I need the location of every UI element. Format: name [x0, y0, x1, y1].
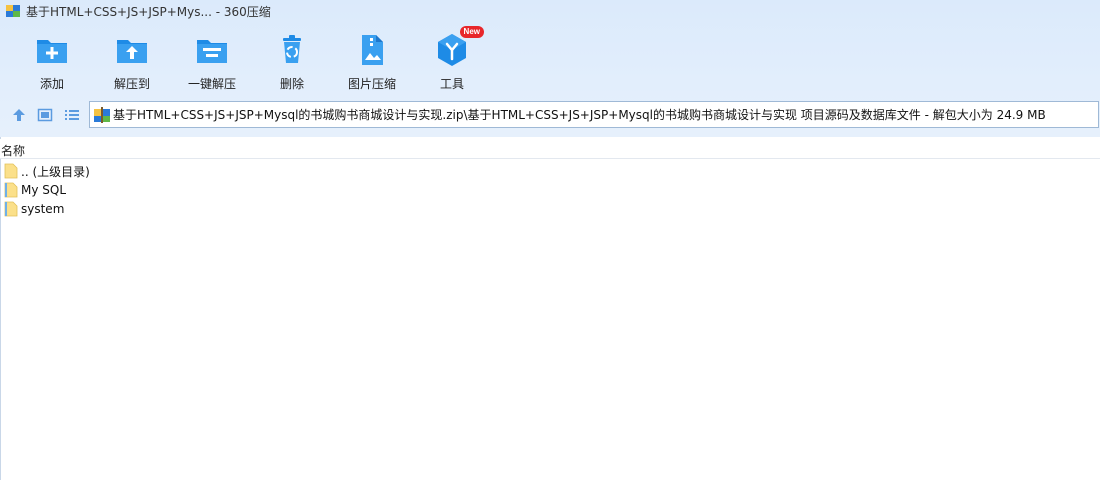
image-compress-icon	[362, 35, 383, 65]
one-click-extract-icon	[197, 40, 227, 63]
window-title: 基于HTML+CSS+JS+JSP+Mys... - 360压缩	[26, 4, 271, 19]
list-item-name: .. (上级目录)	[21, 164, 90, 179]
up-level-icon[interactable]	[11, 107, 27, 123]
add-label: 添加	[39, 77, 64, 91]
list-view-icon[interactable]	[64, 107, 80, 123]
one-click-extract-label: 一键解压	[187, 77, 236, 91]
add-folder-icon	[37, 40, 67, 63]
list-item-mysql[interactable]: My SQL	[4, 181, 66, 199]
app-logo-icon	[6, 5, 20, 17]
new-badge: New	[459, 26, 484, 38]
toolbar: 添加 解压到 一键解压 删除 图片压缩 New 工具	[0, 26, 1100, 94]
archive-folder-icon	[4, 201, 18, 217]
tools-label: 工具	[439, 77, 464, 91]
list-item-parent-dir[interactable]: .. (上级目录)	[4, 162, 90, 180]
list-item-name: system	[21, 202, 65, 216]
add-button[interactable]: 添加	[12, 28, 92, 94]
image-compress-button[interactable]: 图片压缩	[332, 28, 412, 94]
zip-archive-icon	[94, 106, 110, 123]
title-bar: 基于HTML+CSS+JS+JSP+Mys... - 360压缩	[0, 0, 1100, 22]
column-name-header[interactable]: 名称	[1, 142, 25, 159]
address-row: 基于HTML+CSS+JS+JSP+Mysql的书城购书商城设计与实现.zip\…	[0, 100, 1100, 130]
tools-button[interactable]: New 工具	[412, 26, 492, 94]
delete-button[interactable]: 删除	[252, 28, 332, 94]
tools-icon-wrap: New	[434, 26, 484, 68]
folder-icon	[4, 163, 18, 179]
column-header: 名称	[0, 139, 1100, 159]
delete-label: 删除	[279, 77, 304, 91]
extract-to-icon	[117, 40, 147, 63]
address-path: 基于HTML+CSS+JS+JSP+Mysql的书城购书商城设计与实现.zip\…	[113, 108, 1046, 122]
extract-to-button[interactable]: 解压到	[92, 28, 172, 94]
recycle-bin-icon	[283, 35, 301, 63]
archive-folder-icon	[4, 182, 18, 198]
list-item-name: My SQL	[21, 183, 67, 197]
left-border	[0, 137, 1, 480]
thumbnail-view-icon[interactable]	[37, 107, 53, 123]
address-bar[interactable]: 基于HTML+CSS+JS+JSP+Mysql的书城购书商城设计与实现.zip\…	[89, 101, 1099, 128]
image-compress-label: 图片压缩	[347, 77, 396, 91]
one-click-extract-button[interactable]: 一键解压	[172, 28, 252, 94]
list-item-system[interactable]: system	[4, 200, 64, 218]
extract-to-label: 解压到	[113, 77, 150, 91]
window-chrome: 基于HTML+CSS+JS+JSP+Mys... - 360压缩 添加 解压到	[0, 0, 1100, 137]
